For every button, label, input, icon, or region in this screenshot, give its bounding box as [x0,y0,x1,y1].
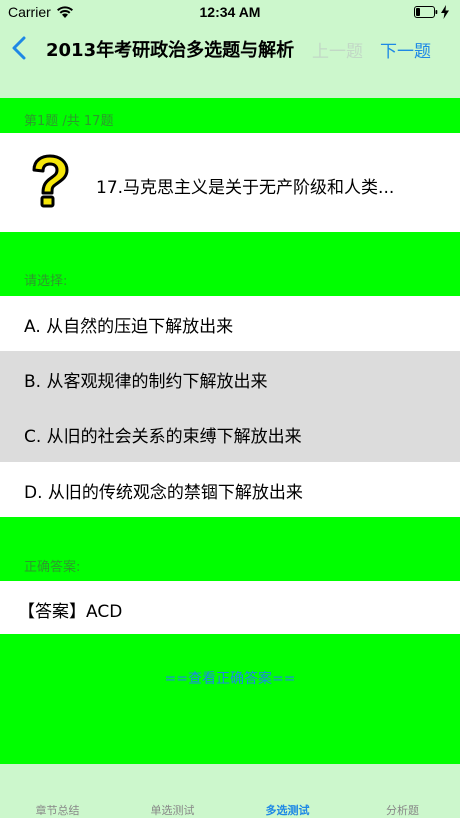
next-question-button[interactable]: 下一题 [380,37,431,62]
status-bar: Carrier 12:34 AM [0,0,460,26]
choose-label: 请选择: [24,274,68,289]
screen: Carrier 12:34 AM 2013年考研政治多选题与解析 上一题 下一题… [0,0,460,818]
battery-icon [414,6,438,18]
question-counter: 第1题 /共 17题 [24,114,114,129]
option-label: A. 从自然的压迫下解放出来 [24,317,234,337]
page-title: 2013年考研政治多选题与解析 [46,40,295,61]
option-d[interactable]: D. 从旧的传统观念的禁锢下解放出来 [0,462,460,517]
correct-answer-label: 正确答案: [24,560,81,575]
option-label: C. 从旧的社会关系的束缚下解放出来 [24,427,302,447]
option-label: D. 从旧的传统观念的禁锢下解放出来 [24,483,303,503]
tab-multiple-choice-test[interactable]: 多选测试 [230,802,345,818]
view-correct-answer-button[interactable]: ==查看正确答案== [0,668,460,688]
tab-single-choice-test[interactable]: 单选测试 [115,802,230,818]
back-chevron-icon[interactable] [10,36,30,60]
charging-bolt-icon [441,5,449,19]
previous-question-button[interactable]: 上一题 [312,37,363,62]
option-b[interactable]: B. 从客观规律的制约下解放出来 [0,351,460,406]
question-card: 17.马克思主义是关于无产阶级和人类... [0,133,460,232]
option-c[interactable]: C. 从旧的社会关系的束缚下解放出来 [0,406,460,462]
tab-bar: 章节总结 单选测试 多选测试 分析题 [0,764,460,818]
option-label: B. 从客观规律的制约下解放出来 [24,372,268,392]
navigation-bar: 2013年考研政治多选题与解析 上一题 下一题 [0,26,460,70]
clock: 12:34 AM [199,4,261,20]
top-bar: Carrier 12:34 AM 2013年考研政治多选题与解析 上一题 下一题 [0,0,460,98]
answer-card: 【答案】ACD [0,581,460,634]
question-mark-icon [32,154,69,208]
option-a[interactable]: A. 从自然的压迫下解放出来 [0,296,460,351]
answer-text: 【答案】ACD [18,602,123,622]
tab-analysis-questions[interactable]: 分析题 [345,802,460,818]
tab-chapter-summary[interactable]: 章节总结 [0,802,115,818]
question-text: 17.马克思主义是关于无产阶级和人类... [96,178,395,198]
